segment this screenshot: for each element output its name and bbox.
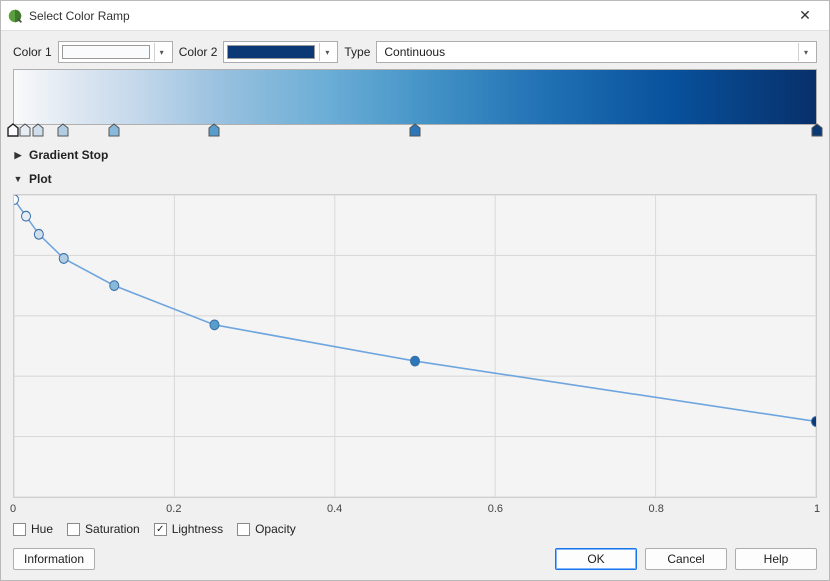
x-tick-label: 1 xyxy=(814,503,820,515)
information-button[interactable]: Information xyxy=(13,548,95,570)
lightness-label: Lightness xyxy=(172,522,223,536)
gradient-preview[interactable] xyxy=(13,69,817,125)
gradient-stop-label: Gradient Stop xyxy=(29,148,108,162)
x-tick-label: 0.4 xyxy=(327,503,342,515)
checkbox-box xyxy=(67,523,80,536)
gradient-stop-marker[interactable] xyxy=(57,123,69,137)
saturation-checkbox[interactable]: Saturation xyxy=(67,522,140,536)
checkbox-box xyxy=(237,523,250,536)
chevron-down-icon[interactable]: ▾ xyxy=(154,43,169,61)
hue-label: Hue xyxy=(31,522,53,536)
cancel-button[interactable]: Cancel xyxy=(645,548,727,570)
color2-combo[interactable]: ▾ xyxy=(223,41,338,63)
gradient-stop-header[interactable]: ▶ Gradient Stop xyxy=(13,146,817,164)
plot-x-axis-labels: 0 0.2 0.4 0.6 0.8 1 xyxy=(13,500,817,518)
gradient-stop-marker[interactable] xyxy=(108,123,120,137)
chevron-down-icon[interactable]: ▾ xyxy=(798,43,813,61)
x-tick-label: 0 xyxy=(10,503,16,515)
color2-swatch xyxy=(227,45,315,59)
color2-label: Color 2 xyxy=(179,45,218,59)
title-bar: Select Color Ramp ✕ xyxy=(1,1,829,31)
type-value: Continuous xyxy=(380,45,794,59)
gradient-stop-marker[interactable] xyxy=(208,123,220,137)
gradient-editor xyxy=(13,69,817,140)
gradient-stop-marker[interactable] xyxy=(811,123,823,137)
ok-button[interactable]: OK xyxy=(555,548,637,570)
lightness-checkbox[interactable]: ✓ Lightness xyxy=(154,522,223,536)
gradient-stops-track[interactable] xyxy=(13,125,817,140)
plot-area: 0 0.2 0.4 0.6 0.8 1 Hue Saturation ✓ Lightnes… xyxy=(13,194,817,538)
gradient-stop-marker[interactable] xyxy=(7,123,19,137)
type-combo[interactable]: Continuous ▾ xyxy=(376,41,817,63)
x-tick-label: 0.6 xyxy=(488,503,503,515)
color1-label: Color 1 xyxy=(13,45,52,59)
color1-swatch xyxy=(62,45,150,59)
gradient-stop-marker[interactable] xyxy=(32,123,44,137)
gradient-stop-marker[interactable] xyxy=(409,123,421,137)
checkbox-box xyxy=(13,523,26,536)
type-label: Type xyxy=(344,45,370,59)
help-button[interactable]: Help xyxy=(735,548,817,570)
gradient-stop-marker[interactable] xyxy=(19,123,31,137)
x-tick-label: 0.8 xyxy=(649,503,664,515)
hue-checkbox[interactable]: Hue xyxy=(13,522,53,536)
button-bar: Information OK Cancel Help xyxy=(1,538,829,580)
close-icon[interactable]: ✕ xyxy=(789,7,821,24)
checkbox-box: ✓ xyxy=(154,523,167,536)
plot-label: Plot xyxy=(29,172,52,186)
opacity-label: Opacity xyxy=(255,522,296,536)
x-tick-label: 0.2 xyxy=(166,503,181,515)
plot-header[interactable]: ▼ Plot xyxy=(13,170,817,188)
disclosure-triangle-icon: ▶ xyxy=(13,150,23,161)
gradient-fill xyxy=(14,70,816,124)
window-title: Select Color Ramp xyxy=(29,9,789,23)
opacity-checkbox[interactable]: Opacity xyxy=(237,522,296,536)
dialog-window: Select Color Ramp ✕ Color 1 ▾ Color 2 ▾ … xyxy=(0,0,830,581)
dialog-content: Color 1 ▾ Color 2 ▾ Type Continuous ▾ xyxy=(1,31,829,538)
saturation-label: Saturation xyxy=(85,522,140,536)
app-icon xyxy=(7,8,23,24)
top-row: Color 1 ▾ Color 2 ▾ Type Continuous ▾ xyxy=(13,41,817,63)
plot-canvas[interactable] xyxy=(13,194,817,498)
plot-check-row: Hue Saturation ✓ Lightness Opacity xyxy=(13,518,817,538)
color1-combo[interactable]: ▾ xyxy=(58,41,173,63)
disclosure-triangle-icon: ▼ xyxy=(13,174,23,184)
chevron-down-icon[interactable]: ▾ xyxy=(319,43,334,61)
